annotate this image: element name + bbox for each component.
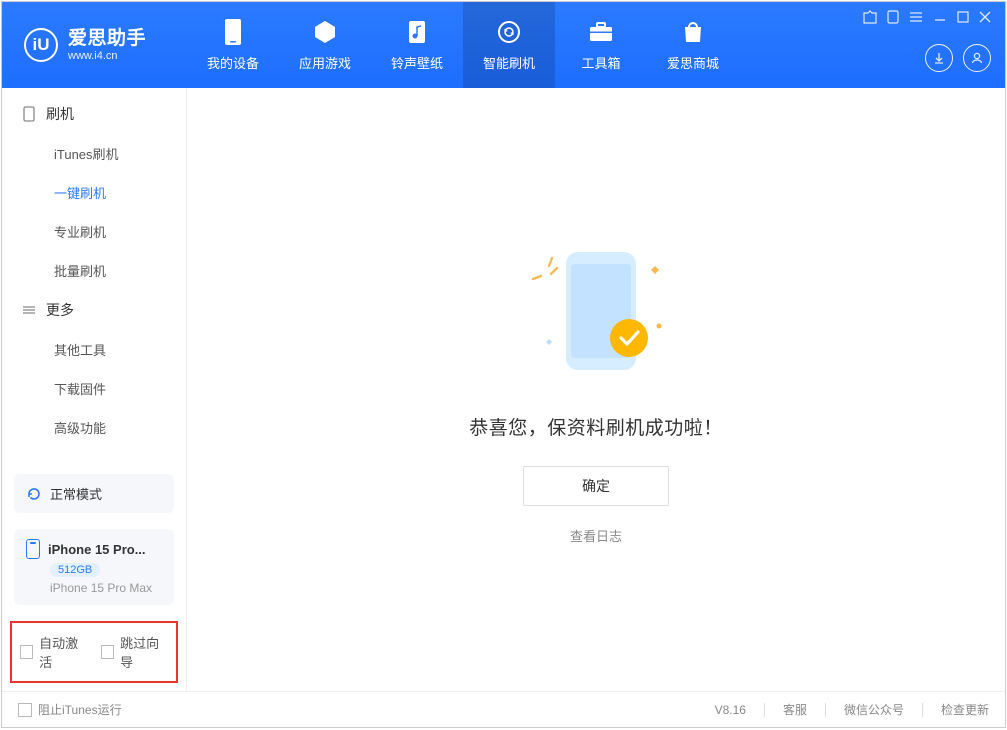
checkbox-skip-wizard[interactable]: 跳过向导 (101, 633, 168, 671)
checkbox-icon (18, 703, 32, 717)
checkbox-icon (20, 645, 33, 659)
device-model: iPhone 15 Pro Max (50, 581, 162, 595)
sidebar-item-batch-flash[interactable]: 批量刷机 (2, 251, 186, 290)
phone-icon (26, 539, 40, 559)
logo-block: iU 爱思助手 www.i4.cn (2, 28, 187, 62)
music-note-icon (403, 18, 431, 46)
phone-switch-icon[interactable] (887, 10, 899, 24)
success-illustration-icon (511, 234, 681, 389)
device-panel[interactable]: iPhone 15 Pro... 512GB iPhone 15 Pro Max (14, 529, 174, 605)
checkbox-auto-activate[interactable]: 自动激活 (20, 633, 87, 671)
theme-icon[interactable] (863, 10, 877, 24)
nav-label: 智能刷机 (483, 53, 535, 72)
mode-panel[interactable]: 正常模式 (14, 474, 174, 513)
nav-my-device[interactable]: 我的设备 (187, 2, 279, 88)
sidebar-item-oneclick-flash[interactable]: 一键刷机 (2, 173, 186, 212)
checkbox-block-itunes[interactable]: 阻止iTunes运行 (18, 701, 122, 718)
version-label: V8.16 (715, 703, 746, 717)
window-controls (863, 2, 1005, 88)
nav-apps-games[interactable]: 应用游戏 (279, 2, 371, 88)
nav-label: 应用游戏 (299, 53, 351, 72)
refresh-shield-icon (495, 18, 523, 46)
ok-button[interactable]: 确定 (523, 466, 669, 506)
success-message: 恭喜您，保资料刷机成功啦！ (469, 413, 723, 440)
main-content: 恭喜您，保资料刷机成功啦！ 确定 查看日志 (187, 88, 1005, 691)
sidebar: 刷机 iTunes刷机 一键刷机 专业刷机 批量刷机 更多 其他工具 下载固件 … (2, 88, 187, 691)
view-log-link[interactable]: 查看日志 (570, 526, 622, 545)
nav-label: 工具箱 (581, 53, 620, 72)
nav-label: 爱思商城 (667, 53, 719, 72)
minimize-icon[interactable] (933, 10, 947, 24)
bag-icon (679, 18, 707, 46)
app-title: 爱思助手 (68, 28, 146, 50)
sidebar-group-label: 刷机 (46, 104, 74, 124)
nav-store[interactable]: 爱思商城 (647, 2, 739, 88)
update-link[interactable]: 检查更新 (941, 701, 989, 718)
cube-icon (311, 18, 339, 46)
phone-icon (219, 18, 247, 46)
nav-smart-flash[interactable]: 智能刷机 (463, 2, 555, 88)
wechat-link[interactable]: 微信公众号 (844, 701, 904, 718)
divider (922, 703, 923, 717)
logo-icon: iU (24, 28, 58, 62)
titlebar: iU 爱思助手 www.i4.cn 我的设备 应用游戏 铃声壁纸 智能刷机 (2, 2, 1005, 88)
close-icon[interactable] (979, 11, 991, 23)
nav-toolbox[interactable]: 工具箱 (555, 2, 647, 88)
user-icon[interactable] (963, 44, 991, 72)
app-subtitle: www.i4.cn (68, 50, 146, 63)
storage-badge: 512GB (50, 563, 100, 577)
device-name: iPhone 15 Pro... (48, 542, 146, 557)
checkbox-label: 自动激活 (39, 633, 87, 671)
toolbox-icon (587, 18, 615, 46)
sidebar-item-other-tools[interactable]: 其他工具 (2, 330, 186, 369)
more-icon (22, 305, 36, 315)
sidebar-group-label: 更多 (46, 300, 74, 320)
divider (764, 703, 765, 717)
sidebar-item-advanced[interactable]: 高级功能 (2, 408, 186, 447)
highlighted-options: 自动激活 跳过向导 (10, 621, 178, 683)
mode-label: 正常模式 (50, 484, 102, 503)
download-icon[interactable] (925, 44, 953, 72)
nav-label: 我的设备 (207, 53, 259, 72)
sidebar-item-download-firmware[interactable]: 下载固件 (2, 369, 186, 408)
statusbar: 阻止iTunes运行 V8.16 客服 微信公众号 检查更新 (2, 691, 1005, 727)
app-window: iU 爱思助手 www.i4.cn 我的设备 应用游戏 铃声壁纸 智能刷机 (1, 1, 1006, 728)
nav-ringtone-wallpaper[interactable]: 铃声壁纸 (371, 2, 463, 88)
nav-label: 铃声壁纸 (391, 53, 443, 72)
device-icon (22, 106, 36, 122)
sidebar-group-flash[interactable]: 刷机 (2, 94, 186, 134)
nav: 我的设备 应用游戏 铃声壁纸 智能刷机 工具箱 爱思商城 (187, 2, 739, 88)
divider (825, 703, 826, 717)
refresh-icon (26, 486, 42, 502)
checkbox-label: 阻止iTunes运行 (38, 701, 122, 718)
sidebar-item-pro-flash[interactable]: 专业刷机 (2, 212, 186, 251)
checkbox-label: 跳过向导 (120, 633, 168, 671)
checkbox-icon (101, 645, 114, 659)
support-link[interactable]: 客服 (783, 701, 807, 718)
sidebar-group-more[interactable]: 更多 (2, 290, 186, 330)
menu-icon[interactable] (909, 11, 923, 23)
sidebar-item-itunes-flash[interactable]: iTunes刷机 (2, 134, 186, 173)
maximize-icon[interactable] (957, 11, 969, 23)
